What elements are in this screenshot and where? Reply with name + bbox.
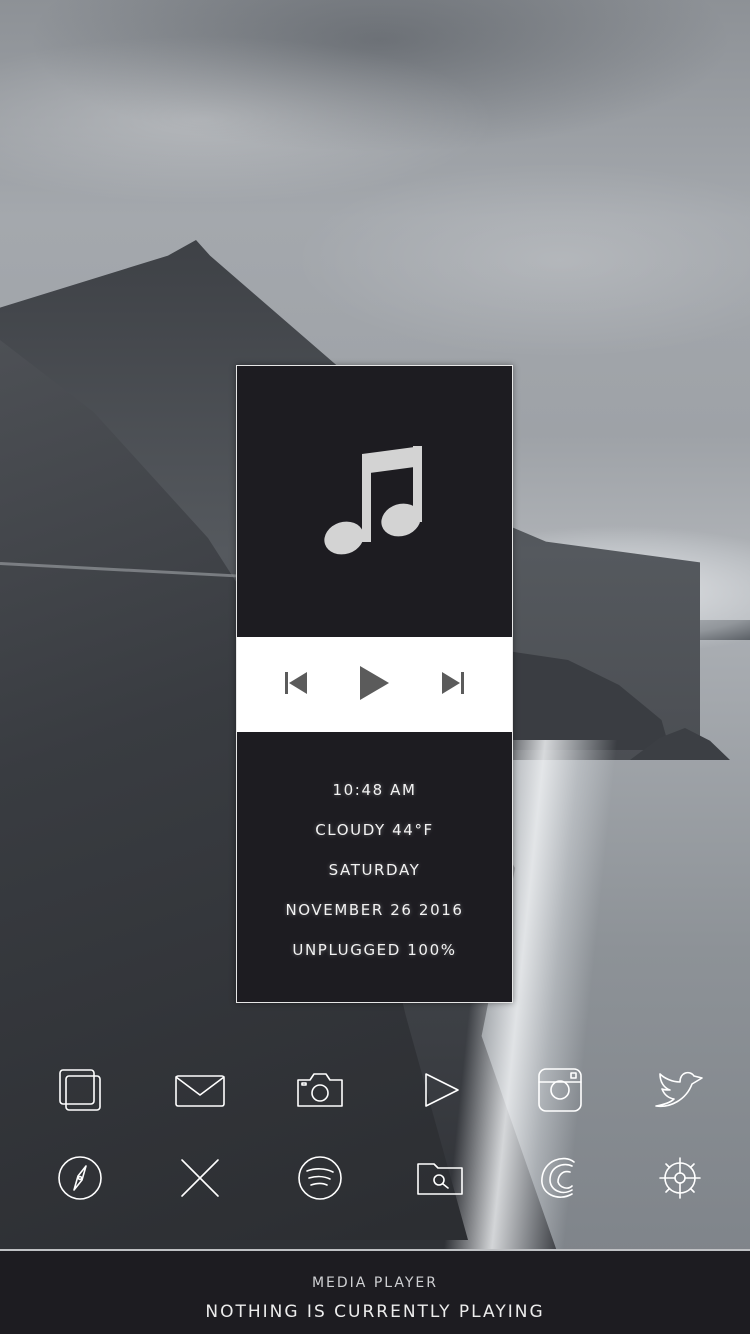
weather-label: CLOUDY 44°F: [315, 821, 434, 839]
safari-icon: [58, 1156, 102, 1200]
next-track-icon: [438, 668, 468, 702]
icon-row-2: [20, 1148, 740, 1208]
videos-icon: [425, 1073, 459, 1107]
play-button[interactable]: [349, 660, 399, 710]
playback-controls: [237, 637, 512, 732]
next-track-button[interactable]: [428, 660, 478, 710]
pages-app[interactable]: [20, 1060, 140, 1120]
pages-icon: [59, 1069, 101, 1111]
media-player-bar: MEDIA PLAYER NOTHING IS CURRENTLY PLAYIN…: [0, 1249, 750, 1334]
info-panel: 10:48 AM CLOUDY 44°F SATURDAY NOVEMBER 2…: [237, 732, 512, 1002]
settings-app[interactable]: [620, 1148, 740, 1208]
album-art: [237, 366, 512, 637]
previous-track-button[interactable]: [271, 660, 321, 710]
videos-app[interactable]: [380, 1060, 500, 1120]
twitter-icon: [655, 1071, 703, 1108]
media-player-title: MEDIA PLAYER: [311, 1275, 439, 1291]
spotify-app[interactable]: [260, 1148, 380, 1208]
browser-icon: [541, 1157, 575, 1198]
app-icon-grid: [20, 1060, 740, 1236]
battery-label: UNPLUGGED 100%: [292, 941, 457, 959]
play-icon: [356, 664, 392, 706]
mail-icon: [175, 1075, 225, 1107]
safari-app[interactable]: [20, 1148, 140, 1208]
date-label: NOVEMBER 26 2016: [285, 901, 464, 919]
previous-track-icon: [281, 668, 311, 702]
mail-app[interactable]: [140, 1060, 260, 1120]
camera-icon: [297, 1073, 343, 1107]
time-label: 10:48 AM: [332, 781, 417, 799]
file-browser-icon: [417, 1163, 463, 1195]
now-playing-status: NOTHING IS CURRENTLY PLAYING: [205, 1302, 545, 1322]
music-note-icon: [320, 442, 430, 561]
day-label: SATURDAY: [328, 861, 421, 879]
x-app[interactable]: [140, 1148, 260, 1208]
x-icon: [181, 1159, 219, 1197]
media-widget: 10:48 AM CLOUDY 44°F SATURDAY NOVEMBER 2…: [236, 365, 513, 1003]
file-browser-app[interactable]: [380, 1148, 500, 1208]
spotify-icon: [298, 1156, 342, 1200]
browser-app[interactable]: [500, 1148, 620, 1208]
camera-app[interactable]: [260, 1060, 380, 1120]
twitter-app[interactable]: [620, 1060, 740, 1120]
instagram-app[interactable]: [500, 1060, 620, 1120]
settings-gear-icon: [659, 1157, 701, 1199]
icon-row-1: [20, 1060, 740, 1120]
instagram-icon: [538, 1068, 582, 1112]
